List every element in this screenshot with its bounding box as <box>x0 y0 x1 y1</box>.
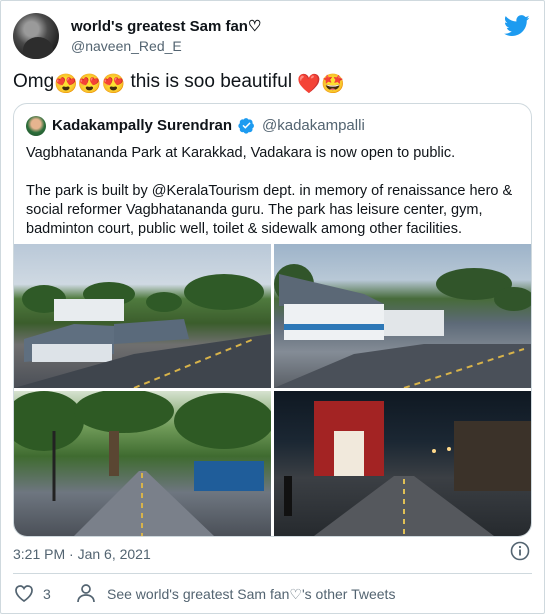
photo-tree-walkway[interactable] <box>14 391 271 536</box>
photo-park-aerial[interactable] <box>14 244 271 388</box>
quoted-text-line-2: The park is built by @KeralaTourism dept… <box>26 183 513 237</box>
quoted-text-line-1: Vagbhatananda Park at Karakkad, Vadakara… <box>26 145 456 161</box>
info-icon[interactable] <box>510 541 530 561</box>
heart-star-emoji: ❤️🤩 <box>297 74 345 95</box>
photo-park-building[interactable] <box>274 244 531 388</box>
tweet-header: world's greatest Sam fan♡ @naveen_Red_E <box>13 13 532 61</box>
author-handle[interactable]: @naveen_Red_E <box>71 38 182 54</box>
quoted-avatar[interactable] <box>26 116 46 136</box>
verified-badge-icon <box>238 118 254 134</box>
quoted-tweet-body: Vagbhatananda Park at Karakkad, Vadakara… <box>26 144 518 258</box>
photo-grid <box>14 244 531 536</box>
tweet-footer: 3 See world's greatest Sam fan♡'s other … <box>13 583 532 605</box>
photo-night-walkway[interactable] <box>274 391 531 536</box>
tweet-text: Omg😍😍😍 this is soo beautiful ❤️🤩 <box>13 69 345 98</box>
photo-tree-walkway-drawing <box>14 391 271 536</box>
author-name[interactable]: world's greatest Sam fan♡ <box>71 17 261 35</box>
see-other-tweets-link[interactable]: See world's greatest Sam fan♡'s other Tw… <box>107 586 395 603</box>
person-icon <box>77 584 95 603</box>
timestamp[interactable]: 3:21 PM · Jan 6, 2021 <box>13 546 151 562</box>
avatar[interactable] <box>13 13 59 59</box>
photo-park-building-drawing <box>274 264 531 388</box>
photo-park-aerial-drawing <box>14 274 271 388</box>
quoted-tweet-header: Kadakampally Surendran @kadakampalli <box>26 116 519 138</box>
photo-night-walkway-drawing <box>284 401 531 536</box>
tweet-card: world's greatest Sam fan♡ @naveen_Red_E … <box>0 0 545 614</box>
quoted-author-name[interactable]: Kadakampally Surendran <box>52 117 232 134</box>
quoted-tweet[interactable]: Kadakampally Surendran @kadakampalli Vag… <box>13 103 532 537</box>
like-count: 3 <box>43 586 51 602</box>
quoted-author-handle[interactable]: @kadakampalli <box>262 117 365 134</box>
twitter-bird-icon[interactable] <box>504 15 530 37</box>
heart-eyes-emoji: 😍😍😍 <box>54 74 126 95</box>
heart-icon[interactable] <box>13 583 35 603</box>
divider <box>13 573 532 574</box>
tweet-text-middle: this is soo beautiful <box>125 71 298 92</box>
tweet-text-prefix: Omg <box>13 71 55 92</box>
